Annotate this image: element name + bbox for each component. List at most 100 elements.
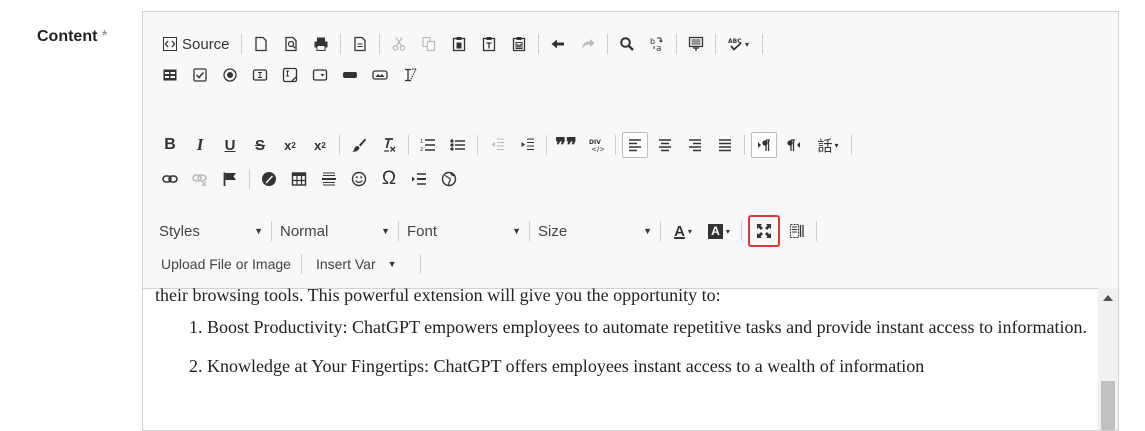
- indent-button[interactable]: [514, 132, 540, 158]
- smiley-icon: [351, 171, 367, 187]
- justify-button[interactable]: [712, 132, 738, 158]
- bulleted-list-button[interactable]: [445, 132, 471, 158]
- cut-button[interactable]: [386, 31, 412, 57]
- paste-button[interactable]: [446, 31, 472, 57]
- toolbar-row-insert: Ω: [157, 163, 1108, 195]
- superscript-button[interactable]: x2: [307, 132, 333, 158]
- size-combo[interactable]: Size ▼: [536, 218, 658, 244]
- background-color-button[interactable]: A ▾: [703, 218, 735, 244]
- align-right-button[interactable]: [682, 132, 708, 158]
- chevron-down-icon: ▼: [381, 226, 390, 236]
- align-left-icon: [629, 139, 641, 152]
- strikethrough-button[interactable]: S: [247, 132, 273, 158]
- new-page-button[interactable]: [248, 31, 274, 57]
- print-button[interactable]: [308, 31, 334, 57]
- find-button[interactable]: [614, 31, 640, 57]
- rtl-direction-button[interactable]: [781, 132, 807, 158]
- checkbox-icon: [193, 68, 207, 82]
- radio-button[interactable]: [217, 62, 243, 88]
- paste-text-icon: [482, 37, 495, 52]
- font-combo[interactable]: Font ▼: [405, 218, 527, 244]
- bulleted-list-icon: [450, 139, 465, 151]
- list-item: Knowledge at Your Fingertips: ChatGPT of…: [207, 355, 1087, 378]
- ltr-direction-button[interactable]: [751, 132, 777, 158]
- page-break-button[interactable]: [406, 166, 432, 192]
- text-color-icon: A: [674, 222, 685, 240]
- remove-format-button[interactable]: [376, 132, 402, 158]
- content-numbered-list: Boost Productivity: ChatGPT empowers emp…: [153, 316, 1087, 394]
- separator: [378, 34, 380, 54]
- show-blocks-button[interactable]: [784, 218, 810, 244]
- paste-word-button[interactable]: [506, 31, 532, 57]
- content-scrollbar[interactable]: [1098, 288, 1118, 430]
- scrollbar-thumb[interactable]: [1101, 381, 1115, 430]
- select-field-button[interactable]: [307, 62, 333, 88]
- preview-button[interactable]: [278, 31, 304, 57]
- align-left-button[interactable]: [622, 132, 648, 158]
- special-char-button[interactable]: Ω: [376, 166, 402, 192]
- align-center-button[interactable]: [652, 132, 678, 158]
- radio-icon: [223, 68, 237, 82]
- iframe-button[interactable]: [436, 166, 462, 192]
- italic-button[interactable]: I: [187, 132, 213, 158]
- form-button-button[interactable]: [337, 62, 363, 88]
- redo-button[interactable]: [575, 31, 601, 57]
- text-field-button[interactable]: [247, 62, 273, 88]
- toolbar-row-formatting: B I U S x2 x2 12 ❞❞ DIV </> 話 ▾: [157, 129, 1108, 161]
- separator: [741, 221, 742, 241]
- image-button-button[interactable]: [367, 62, 393, 88]
- upload-file-button[interactable]: Upload File or Image: [159, 251, 299, 277]
- undo-button[interactable]: [545, 31, 571, 57]
- underline-button[interactable]: U: [217, 132, 243, 158]
- smiley-button[interactable]: [346, 166, 372, 192]
- insert-var-combo[interactable]: Insert Var ▼: [308, 251, 418, 277]
- copy-button[interactable]: [416, 31, 442, 57]
- checkbox-button[interactable]: [187, 62, 213, 88]
- textarea-button[interactable]: [277, 62, 303, 88]
- maximize-button[interactable]: [748, 215, 780, 247]
- styles-combo[interactable]: Styles ▼: [157, 218, 269, 244]
- preview-icon: [284, 36, 297, 52]
- upload-label: Upload File or Image: [161, 256, 291, 272]
- subscript-button[interactable]: x2: [277, 132, 303, 158]
- copy-formatting-button[interactable]: [346, 132, 372, 158]
- link-button[interactable]: [157, 166, 183, 192]
- unlink-button[interactable]: [187, 166, 213, 192]
- separator: [419, 254, 421, 274]
- search-icon: [619, 37, 634, 51]
- image-button[interactable]: [256, 166, 282, 192]
- text-color-button[interactable]: A ▾: [667, 218, 699, 244]
- paste-text-button[interactable]: [476, 31, 502, 57]
- editor-content-area[interactable]: their browsing tools. This powerful exte…: [143, 288, 1098, 430]
- spellcheck-button[interactable]: ABC ▾: [722, 31, 756, 57]
- table-button[interactable]: [286, 166, 312, 192]
- source-button[interactable]: Source: [157, 31, 235, 57]
- anchor-button[interactable]: [217, 166, 243, 192]
- blockquote-button[interactable]: ❞❞: [553, 132, 579, 158]
- outdent-button[interactable]: [484, 132, 510, 158]
- numbered-list-button[interactable]: 12: [415, 132, 441, 158]
- chevron-down-icon: ▼: [512, 226, 521, 236]
- horizontal-line-icon: [322, 172, 336, 186]
- separator: [271, 221, 272, 241]
- bold-button[interactable]: B: [157, 132, 183, 158]
- language-button[interactable]: 話 ▾: [811, 132, 845, 158]
- select-all-button[interactable]: [683, 31, 709, 57]
- replace-button[interactable]: ba: [644, 31, 670, 57]
- templates-button[interactable]: [347, 31, 373, 57]
- form-button[interactable]: [157, 62, 183, 88]
- create-div-button[interactable]: DIV </>: [583, 132, 609, 158]
- content-label-text: Content: [37, 28, 98, 45]
- select-all-icon: [688, 36, 703, 51]
- align-center-icon: [659, 139, 671, 152]
- hidden-field-icon: [405, 68, 417, 82]
- div-icon: DIV</>: [589, 139, 604, 153]
- scroll-up-arrow-icon[interactable]: [1103, 295, 1113, 301]
- undo-icon: [551, 39, 564, 49]
- hidden-field-button[interactable]: [397, 62, 423, 88]
- source-icon: [163, 37, 177, 51]
- align-right-icon: [689, 139, 701, 152]
- separator: [398, 221, 399, 241]
- format-combo[interactable]: Normal ▼: [278, 218, 396, 244]
- horizontal-line-button[interactable]: [316, 166, 342, 192]
